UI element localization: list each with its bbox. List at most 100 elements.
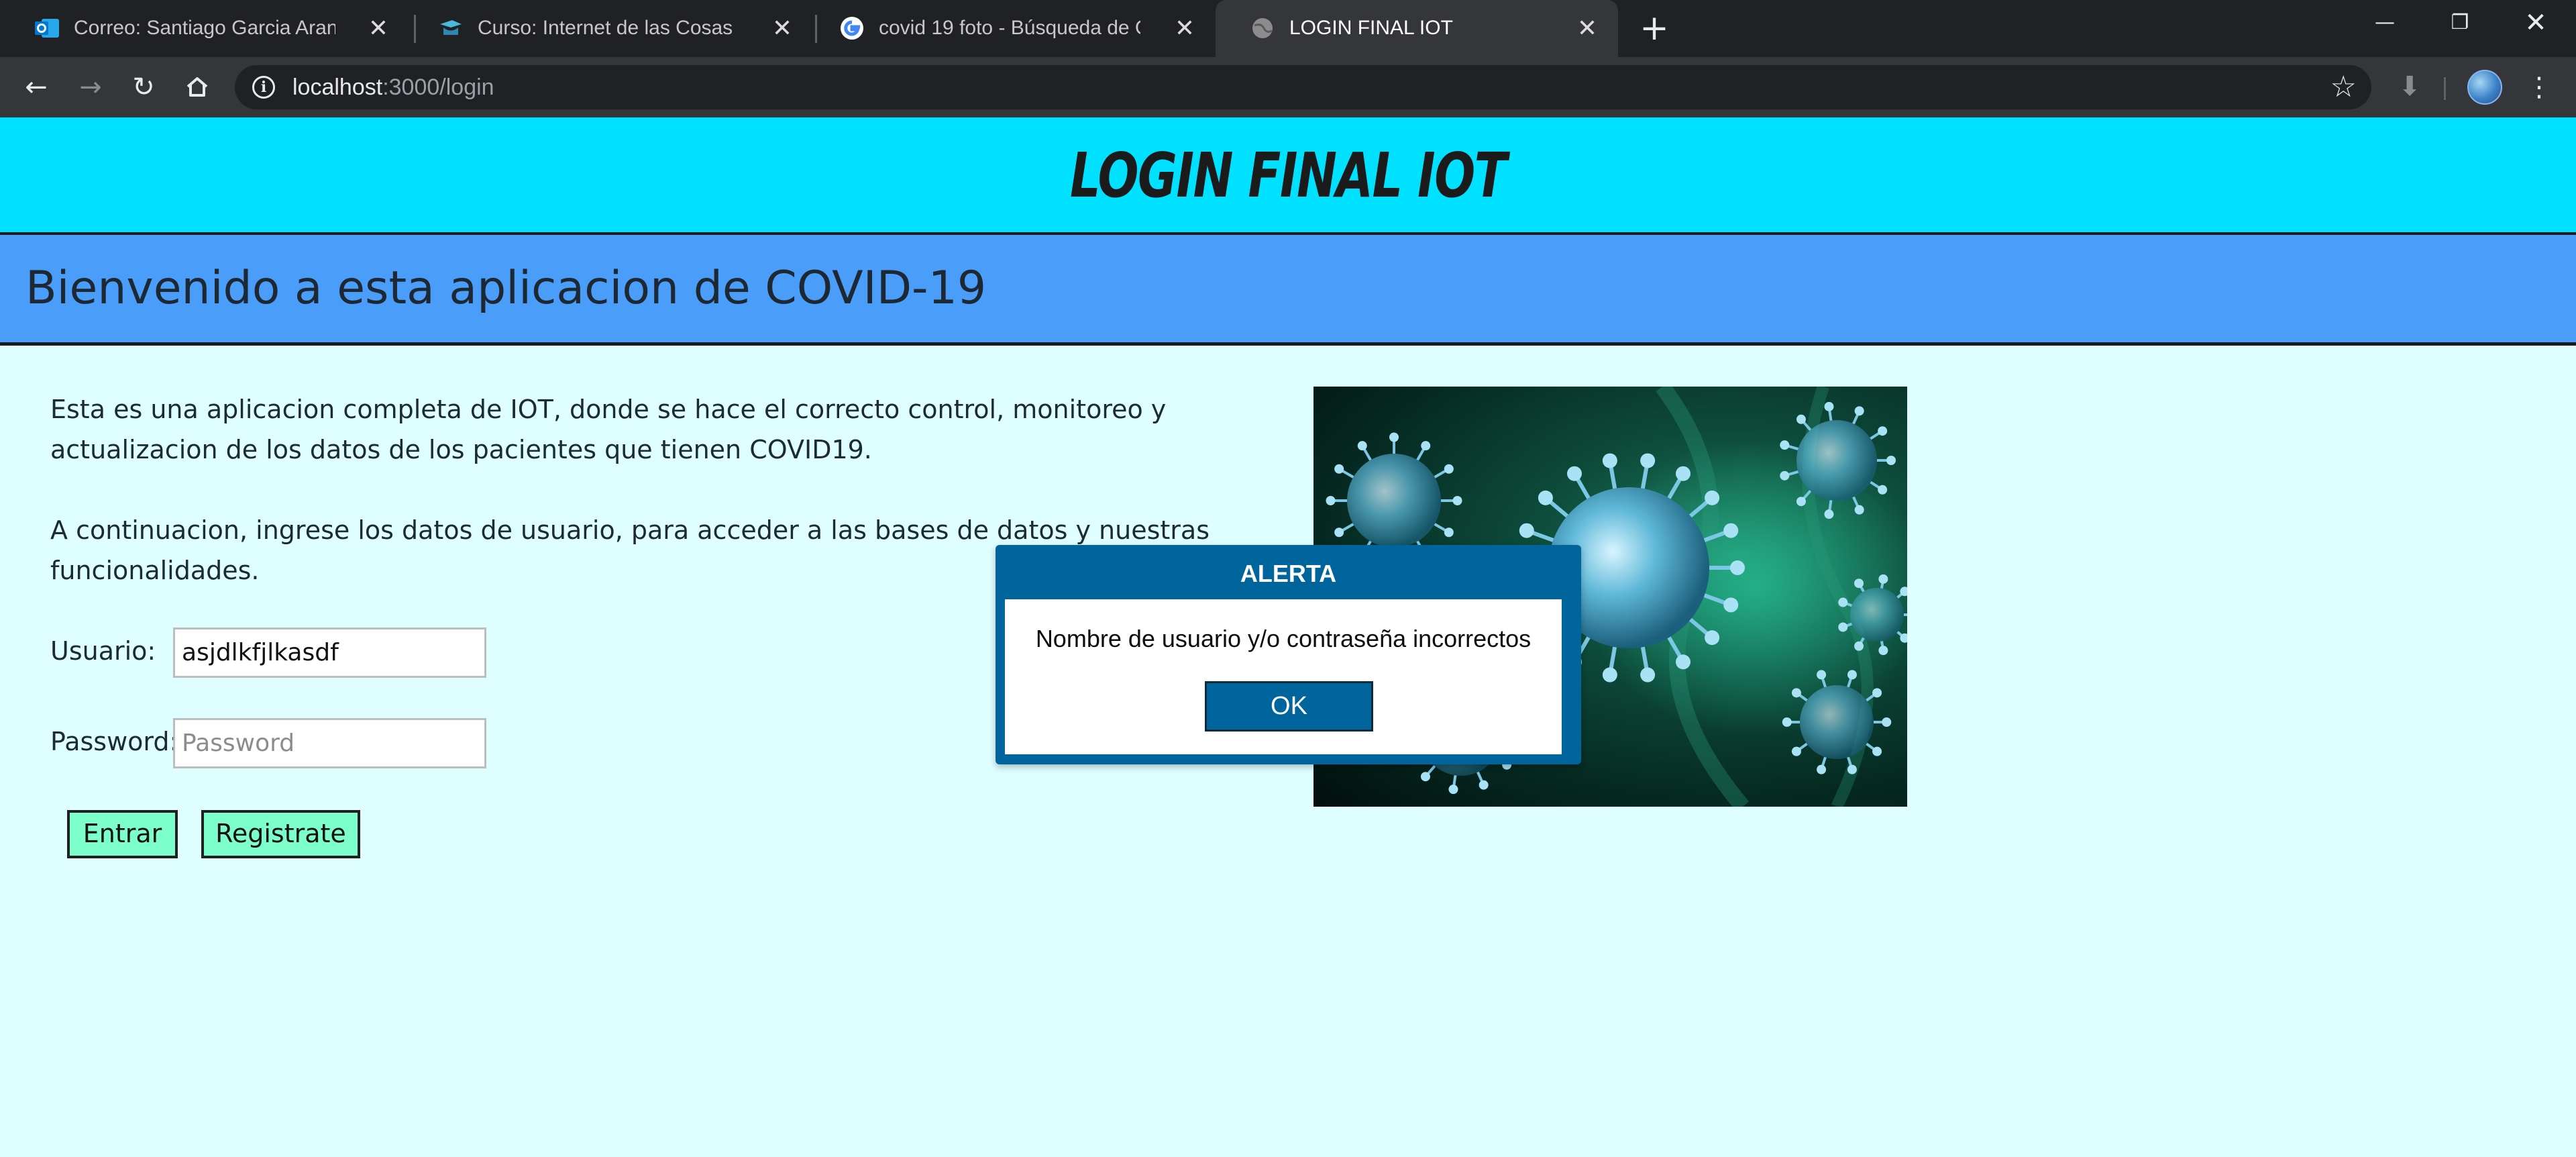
virus-spike-tip: [1791, 688, 1801, 698]
tab-correo[interactable]: Correo: Santiago Garcia Arango - ✕: [0, 0, 409, 57]
close-icon[interactable]: ✕: [769, 13, 796, 43]
virus-spike-tip: [1817, 670, 1827, 680]
tab-login-final-iot[interactable]: LOGIN FINAL IOT ✕: [1216, 0, 1618, 57]
virus-spike-tip: [1796, 414, 1806, 424]
alert-message: Nombre de usuario y/o contraseña incorre…: [1035, 625, 1532, 652]
virus-spike-tip: [1334, 464, 1344, 474]
info-icon[interactable]: i: [252, 76, 275, 99]
tab-title: Correo: Santiago Garcia Arango -: [74, 17, 335, 39]
virus-spike-tip: [1448, 785, 1458, 795]
virus-spike-tip: [1676, 466, 1690, 481]
home-button[interactable]: [178, 68, 216, 106]
ok-button[interactable]: OK: [1205, 681, 1373, 732]
welcome-bar: Bienvenido a esta aplicacion de COVID-19: [0, 235, 2576, 346]
alert-title: ALERTA: [1240, 560, 1337, 587]
restore-button[interactable]: ❐: [2430, 5, 2490, 40]
site-header: LOGIN FINAL IOT: [0, 117, 2576, 235]
virus-spike-tip: [1878, 485, 1888, 495]
password-label: Password:: [50, 727, 178, 756]
virus-spike-tip: [1730, 560, 1745, 575]
close-icon[interactable]: ✕: [1171, 13, 1198, 43]
virus-spike-tip: [1676, 654, 1690, 670]
virus-spike-tip: [1519, 523, 1534, 538]
password-input[interactable]: [173, 718, 486, 768]
virus-spike-tip: [1847, 670, 1857, 680]
page-title: LOGIN FINAL IOT: [1069, 140, 1507, 211]
alert-body: Nombre de usuario y/o contraseña incorre…: [1005, 599, 1562, 754]
username-label: Usuario:: [50, 636, 156, 666]
virus-spike-tip: [1878, 646, 1888, 656]
virus-spike-tip: [1824, 509, 1834, 519]
virus-spike-tip: [1705, 490, 1720, 505]
tab-google-search[interactable]: covid 19 foto - Búsqueda de Goo ✕: [805, 0, 1216, 57]
virus-spike-tip: [1420, 772, 1430, 782]
virus-spike-tip: [1886, 456, 1896, 465]
virus-spike-tip: [1872, 688, 1882, 698]
virus-spike-tip: [1602, 453, 1617, 468]
virus-spike-tip: [1780, 440, 1790, 450]
virus-spike-tip: [1444, 464, 1454, 474]
new-tab-button[interactable]: +: [1637, 11, 1672, 46]
virus-spike-tip: [1444, 527, 1454, 538]
virus-spike-tip: [1640, 667, 1656, 683]
virus-spike-tip: [1847, 764, 1857, 774]
browser-toolbar: ← → ↻ i localhost:3000/login ☆ ⬇ ⋮: [0, 57, 2576, 117]
virus-spike-tip: [1838, 597, 1848, 607]
virus-spike-tip: [1782, 717, 1792, 727]
virus-spike-tip: [1854, 578, 1864, 589]
reload-button[interactable]: ↻: [125, 68, 162, 106]
virus-spike-tip: [1854, 641, 1864, 651]
address-bar[interactable]: i localhost:3000/login ☆: [235, 65, 2371, 109]
virus-spike-tip: [1817, 764, 1827, 774]
virus-spike-tip: [1326, 496, 1336, 505]
back-button[interactable]: ←: [17, 68, 55, 106]
virus-spike-tip: [1357, 441, 1367, 451]
tab-title: Curso: Internet de las Cosas: [478, 17, 733, 39]
virus-spike-tip: [1723, 523, 1739, 538]
virus-spike-tip: [1723, 597, 1739, 613]
address-url: localhost:3000/login: [292, 74, 494, 101]
toolbar-divider: [2444, 77, 2446, 100]
virus-spike-tip: [1602, 667, 1617, 683]
virus-spike-tip: [1796, 497, 1806, 507]
welcome-heading: Bienvenido a esta aplicacion de COVID-19: [25, 262, 987, 315]
virus-spike-tip: [1824, 401, 1834, 411]
virus-spike-tip: [1705, 630, 1720, 646]
virus-spike-tip: [1791, 746, 1801, 756]
intro-paragraph: Esta es una aplicacion completa de IOT, …: [50, 395, 1167, 464]
virus-spike-tip: [1854, 406, 1864, 416]
outlook-icon: [35, 19, 59, 38]
virus-spike-tip: [1479, 780, 1489, 790]
virus-spike-tip: [1882, 717, 1892, 727]
moodle-icon: [440, 20, 462, 35]
virus-spike-tip: [1567, 466, 1582, 481]
browser-tab-bar: Correo: Santiago Garcia Arango - ✕ Curso…: [0, 0, 2576, 57]
forward-button[interactable]: →: [72, 68, 109, 106]
star-icon[interactable]: ☆: [2330, 72, 2357, 103]
virus-spike-tip: [1452, 496, 1462, 505]
login-button[interactable]: Entrar: [67, 810, 178, 858]
virus-spike-tip: [1421, 441, 1431, 451]
tab-curso[interactable]: Curso: Internet de las Cosas ✕: [404, 0, 813, 57]
tab-title: covid 19 foto - Búsqueda de Goo: [879, 17, 1140, 39]
virus-spike-tip: [1538, 490, 1553, 505]
virus-spike-tip: [1878, 574, 1888, 584]
username-input[interactable]: [173, 627, 486, 678]
virus-spike-tip: [1838, 622, 1848, 632]
virus-spike-tip: [1872, 746, 1882, 756]
page-content: LOGIN FINAL IOT Bienvenido a esta aplica…: [0, 117, 2576, 1157]
globe-icon: [1252, 18, 1273, 38]
minimize-button[interactable]: —: [2355, 5, 2415, 40]
profile-avatar[interactable]: [2467, 70, 2502, 105]
virus-spike-tip: [1640, 453, 1656, 468]
menu-icon[interactable]: ⋮: [2526, 68, 2553, 106]
virus-spike-tip: [1389, 432, 1399, 442]
close-icon[interactable]: ✕: [1574, 13, 1601, 43]
close-icon[interactable]: ✕: [365, 13, 392, 43]
alert-dialog: ALERTA Nombre de usuario y/o contraseña …: [996, 545, 1581, 764]
download-icon[interactable]: ⬇: [2395, 72, 2424, 101]
google-icon: [841, 17, 863, 40]
register-button[interactable]: Registrate: [201, 810, 360, 858]
close-window-button[interactable]: ✕: [2506, 5, 2566, 40]
url-path: :3000/login: [382, 74, 494, 100]
